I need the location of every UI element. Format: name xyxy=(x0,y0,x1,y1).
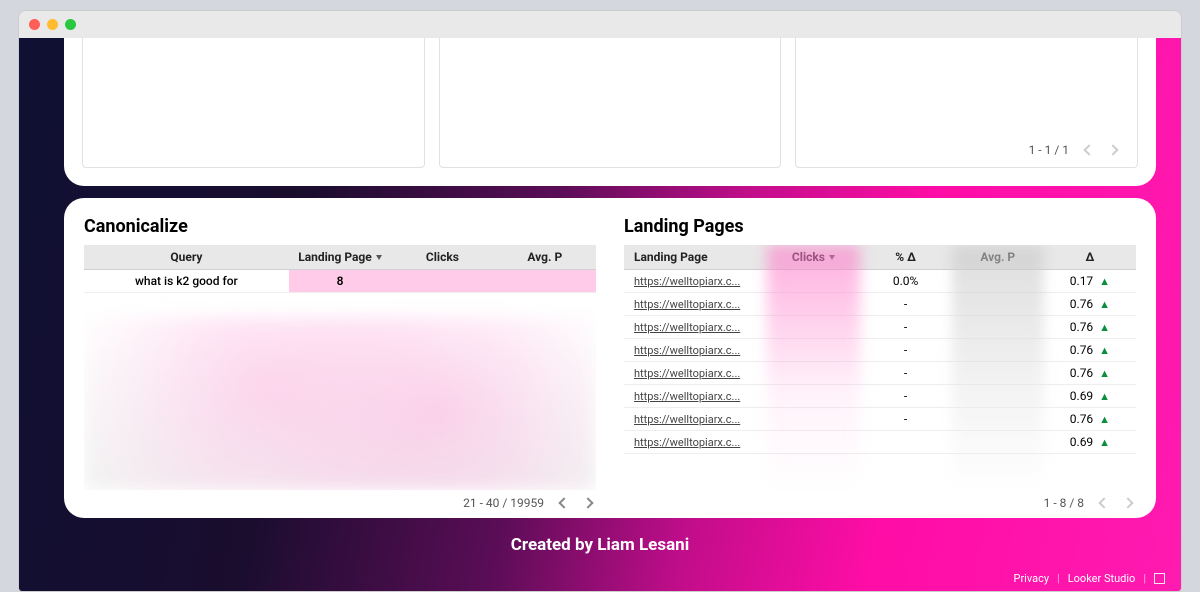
browser-chrome xyxy=(18,10,1182,38)
chevron-right-icon[interactable] xyxy=(582,497,593,508)
landing-title: Landing Pages xyxy=(624,216,1136,237)
arrow-up-icon: ▲ xyxy=(1099,321,1110,334)
top-card-2 xyxy=(439,38,782,168)
cell-delta: 0.17 ▲ xyxy=(1044,270,1136,293)
cell-landing: 8 xyxy=(289,270,391,293)
fullscreen-icon[interactable] xyxy=(1154,573,1165,584)
arrow-up-icon: ▲ xyxy=(1099,275,1110,288)
landing-section: Landing Pages Landing Page Clicks % Δ Av… xyxy=(624,216,1136,510)
table-row[interactable]: https://welltopiarx.c... - 0.76 ▲ xyxy=(624,362,1136,385)
arrow-up-icon: ▲ xyxy=(1099,367,1110,380)
cell-clicks xyxy=(391,270,493,293)
canonicalize-table: Query Landing Page Clicks Avg. P what is… xyxy=(84,245,596,293)
top-card-1 xyxy=(82,38,425,168)
cell-delta: 0.76 ▲ xyxy=(1044,362,1136,385)
cell-pct: - xyxy=(860,339,952,362)
cell-page[interactable]: https://welltopiarx.c... xyxy=(624,270,767,293)
chevron-right-icon[interactable] xyxy=(1122,497,1133,508)
cell-delta: 0.76 ▲ xyxy=(1044,339,1136,362)
maximize-traffic-light[interactable] xyxy=(65,19,76,30)
cell-delta: 0.69 ▲ xyxy=(1044,385,1136,408)
landing-table: Landing Page Clicks % Δ Avg. P Δ https:/… xyxy=(624,245,1136,454)
cell-page[interactable]: https://welltopiarx.c... xyxy=(624,408,767,431)
canonicalize-pager: 21 - 40 / 19959 xyxy=(84,490,596,510)
table-row[interactable]: https://welltopiarx.c... 0.0% 0.17 ▲ xyxy=(624,270,1136,293)
col-landing-page[interactable]: Landing Page xyxy=(289,245,391,270)
minimize-traffic-light[interactable] xyxy=(47,19,58,30)
main-panel: Canonicalize Query Landing Page Clicks A… xyxy=(64,198,1156,518)
arrow-up-icon: ▲ xyxy=(1099,298,1110,311)
canonicalize-range: 21 - 40 / 19959 xyxy=(463,496,544,510)
cell-delta: 0.76 ▲ xyxy=(1044,316,1136,339)
cell-delta: 0.76 ▲ xyxy=(1044,293,1136,316)
col-avg-p[interactable]: Avg. P xyxy=(494,245,596,270)
cell-pct: - xyxy=(860,362,952,385)
chevron-right-icon[interactable] xyxy=(1107,144,1118,155)
col-query[interactable]: Query xyxy=(84,245,289,270)
cell-pct: 0.0% xyxy=(860,270,952,293)
footer-credit: Created by Liam Lesani xyxy=(19,535,1181,555)
landing-clicks-blur xyxy=(767,245,859,490)
arrow-up-icon: ▲ xyxy=(1099,413,1110,426)
table-row[interactable]: https://welltopiarx.c... 0.69 ▲ xyxy=(624,431,1136,454)
chevron-left-icon[interactable] xyxy=(1083,144,1094,155)
canonicalize-blurred-rows xyxy=(84,293,596,490)
table-row[interactable]: https://welltopiarx.c... - 0.76 ▲ xyxy=(624,339,1136,362)
cell-query: what is k2 good for xyxy=(84,270,289,293)
cell-page[interactable]: https://welltopiarx.c... xyxy=(624,316,767,339)
cell-page[interactable]: https://welltopiarx.c... xyxy=(624,431,767,454)
report-viewport: 1 - 1 / 1 Canonicalize Query Landing Pag… xyxy=(18,38,1182,592)
privacy-link[interactable]: Privacy xyxy=(1014,572,1050,585)
table-row[interactable]: https://welltopiarx.c... - 0.76 ▲ xyxy=(624,316,1136,339)
arrow-up-icon: ▲ xyxy=(1099,344,1110,357)
top-card-3-range: 1 - 1 / 1 xyxy=(1029,143,1069,157)
cell-delta: 0.76 ▲ xyxy=(1044,408,1136,431)
cell-delta: 0.69 ▲ xyxy=(1044,431,1136,454)
table-row[interactable]: https://welltopiarx.c... - 0.69 ▲ xyxy=(624,385,1136,408)
landing-pager: 1 - 8 / 8 xyxy=(624,490,1136,510)
close-traffic-light[interactable] xyxy=(29,19,40,30)
cell-page[interactable]: https://welltopiarx.c... xyxy=(624,293,767,316)
top-card-3: 1 - 1 / 1 xyxy=(795,38,1138,168)
cell-pct: - xyxy=(860,408,952,431)
chevron-left-icon[interactable] xyxy=(1098,497,1109,508)
cell-page[interactable]: https://welltopiarx.c... xyxy=(624,385,767,408)
chevron-left-icon[interactable] xyxy=(558,497,569,508)
cell-pct: - xyxy=(860,293,952,316)
col-delta[interactable]: Δ xyxy=(1044,245,1136,270)
cell-pct xyxy=(860,431,952,454)
cell-pct: - xyxy=(860,385,952,408)
landing-avgp-blur xyxy=(952,245,1044,490)
top-card-3-pager: 1 - 1 / 1 xyxy=(1029,143,1117,157)
cell-pct: - xyxy=(860,316,952,339)
canonicalize-section: Canonicalize Query Landing Page Clicks A… xyxy=(84,216,596,510)
arrow-up-icon: ▲ xyxy=(1099,436,1110,449)
cell-page[interactable]: https://welltopiarx.c... xyxy=(624,362,767,385)
cell-avgp xyxy=(494,270,596,293)
cell-page[interactable]: https://welltopiarx.c... xyxy=(624,339,767,362)
col-clicks[interactable]: Clicks xyxy=(391,245,493,270)
canonicalize-title: Canonicalize xyxy=(84,216,596,237)
col-pct-delta[interactable]: % Δ xyxy=(860,245,952,270)
landing-range: 1 - 8 / 8 xyxy=(1044,496,1084,510)
footer-links: Privacy | Looker Studio | xyxy=(1014,572,1166,585)
table-row[interactable]: what is k2 good for 8 xyxy=(84,270,596,293)
col-landing-page[interactable]: Landing Page xyxy=(624,245,767,270)
product-link[interactable]: Looker Studio xyxy=(1068,572,1136,585)
table-row[interactable]: https://welltopiarx.c... - 0.76 ▲ xyxy=(624,293,1136,316)
arrow-up-icon: ▲ xyxy=(1099,390,1110,403)
table-row[interactable]: https://welltopiarx.c... - 0.76 ▲ xyxy=(624,408,1136,431)
top-card-row: 1 - 1 / 1 xyxy=(64,38,1156,186)
